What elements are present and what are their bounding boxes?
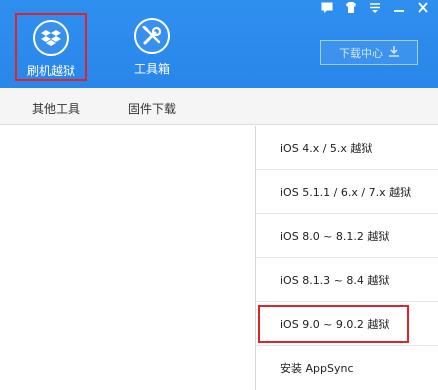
tab-firmware-download[interactable]: 固件下载 bbox=[128, 100, 176, 117]
menu-item-ios90-902[interactable]: iOS 9.0 ~ 9.0.2 越狱 bbox=[256, 302, 438, 346]
menu-item-label: 安装 AppSync bbox=[280, 362, 354, 375]
nav-toolbox[interactable]: 工具箱 bbox=[116, 13, 188, 81]
menu-item-label: iOS 4.x / 5.x 越狱 bbox=[280, 141, 373, 155]
menu-item-appsync[interactable]: 安装 AppSync bbox=[256, 346, 438, 390]
download-center-label: 下载中心 bbox=[339, 46, 383, 60]
secondary-toolbar: 其他工具 固件下载 bbox=[0, 88, 438, 125]
menu-item-label: iOS 5.1.1 / 6.x / 7.x 越狱 bbox=[280, 185, 412, 199]
download-center-button[interactable]: 下载中心 bbox=[320, 40, 418, 65]
menu-item-label: iOS 9.0 ~ 9.0.2 越狱 bbox=[280, 317, 390, 331]
download-icon bbox=[389, 45, 399, 60]
wrench-screwdriver-icon bbox=[134, 18, 170, 54]
menu-item-ios813-84[interactable]: iOS 8.1.3 ~ 8.4 越狱 bbox=[256, 258, 438, 302]
content-area bbox=[0, 126, 256, 390]
nav-flash-jailbreak[interactable]: 刷机越狱 bbox=[15, 13, 87, 81]
nav-tools-label: 工具箱 bbox=[133, 62, 170, 76]
window-controls bbox=[317, 2, 432, 18]
dropbox-box-icon bbox=[33, 20, 69, 56]
nav-flash-label: 刷机越狱 bbox=[26, 64, 75, 78]
close-icon[interactable] bbox=[413, 2, 432, 18]
menu-item-ios4-5[interactable]: iOS 4.x / 5.x 越狱 bbox=[256, 126, 438, 170]
menu-item-label: iOS 8.1.3 ~ 8.4 越狱 bbox=[280, 273, 390, 287]
app-window: 刷机越狱 工具箱 下载中心 其他工具 固件下载 iOS 4.x / 5.x 越狱… bbox=[0, 0, 438, 390]
message-icon[interactable] bbox=[317, 2, 336, 18]
menu-item-ios511-7[interactable]: iOS 5.1.1 / 6.x / 7.x 越狱 bbox=[256, 170, 438, 214]
menu-icon[interactable] bbox=[365, 2, 384, 18]
minimize-icon[interactable] bbox=[389, 2, 408, 18]
jailbreak-version-menu: iOS 4.x / 5.x 越狱 iOS 5.1.1 / 6.x / 7.x 越… bbox=[255, 126, 438, 390]
top-navigation-bar: 刷机越狱 工具箱 下载中心 bbox=[0, 0, 438, 88]
menu-item-ios80-812[interactable]: iOS 8.0 ~ 8.1.2 越狱 bbox=[256, 214, 438, 258]
menu-item-label: iOS 8.0 ~ 8.1.2 越狱 bbox=[280, 229, 390, 243]
tab-other-tools[interactable]: 其他工具 bbox=[32, 100, 80, 117]
skin-icon[interactable] bbox=[341, 2, 360, 18]
